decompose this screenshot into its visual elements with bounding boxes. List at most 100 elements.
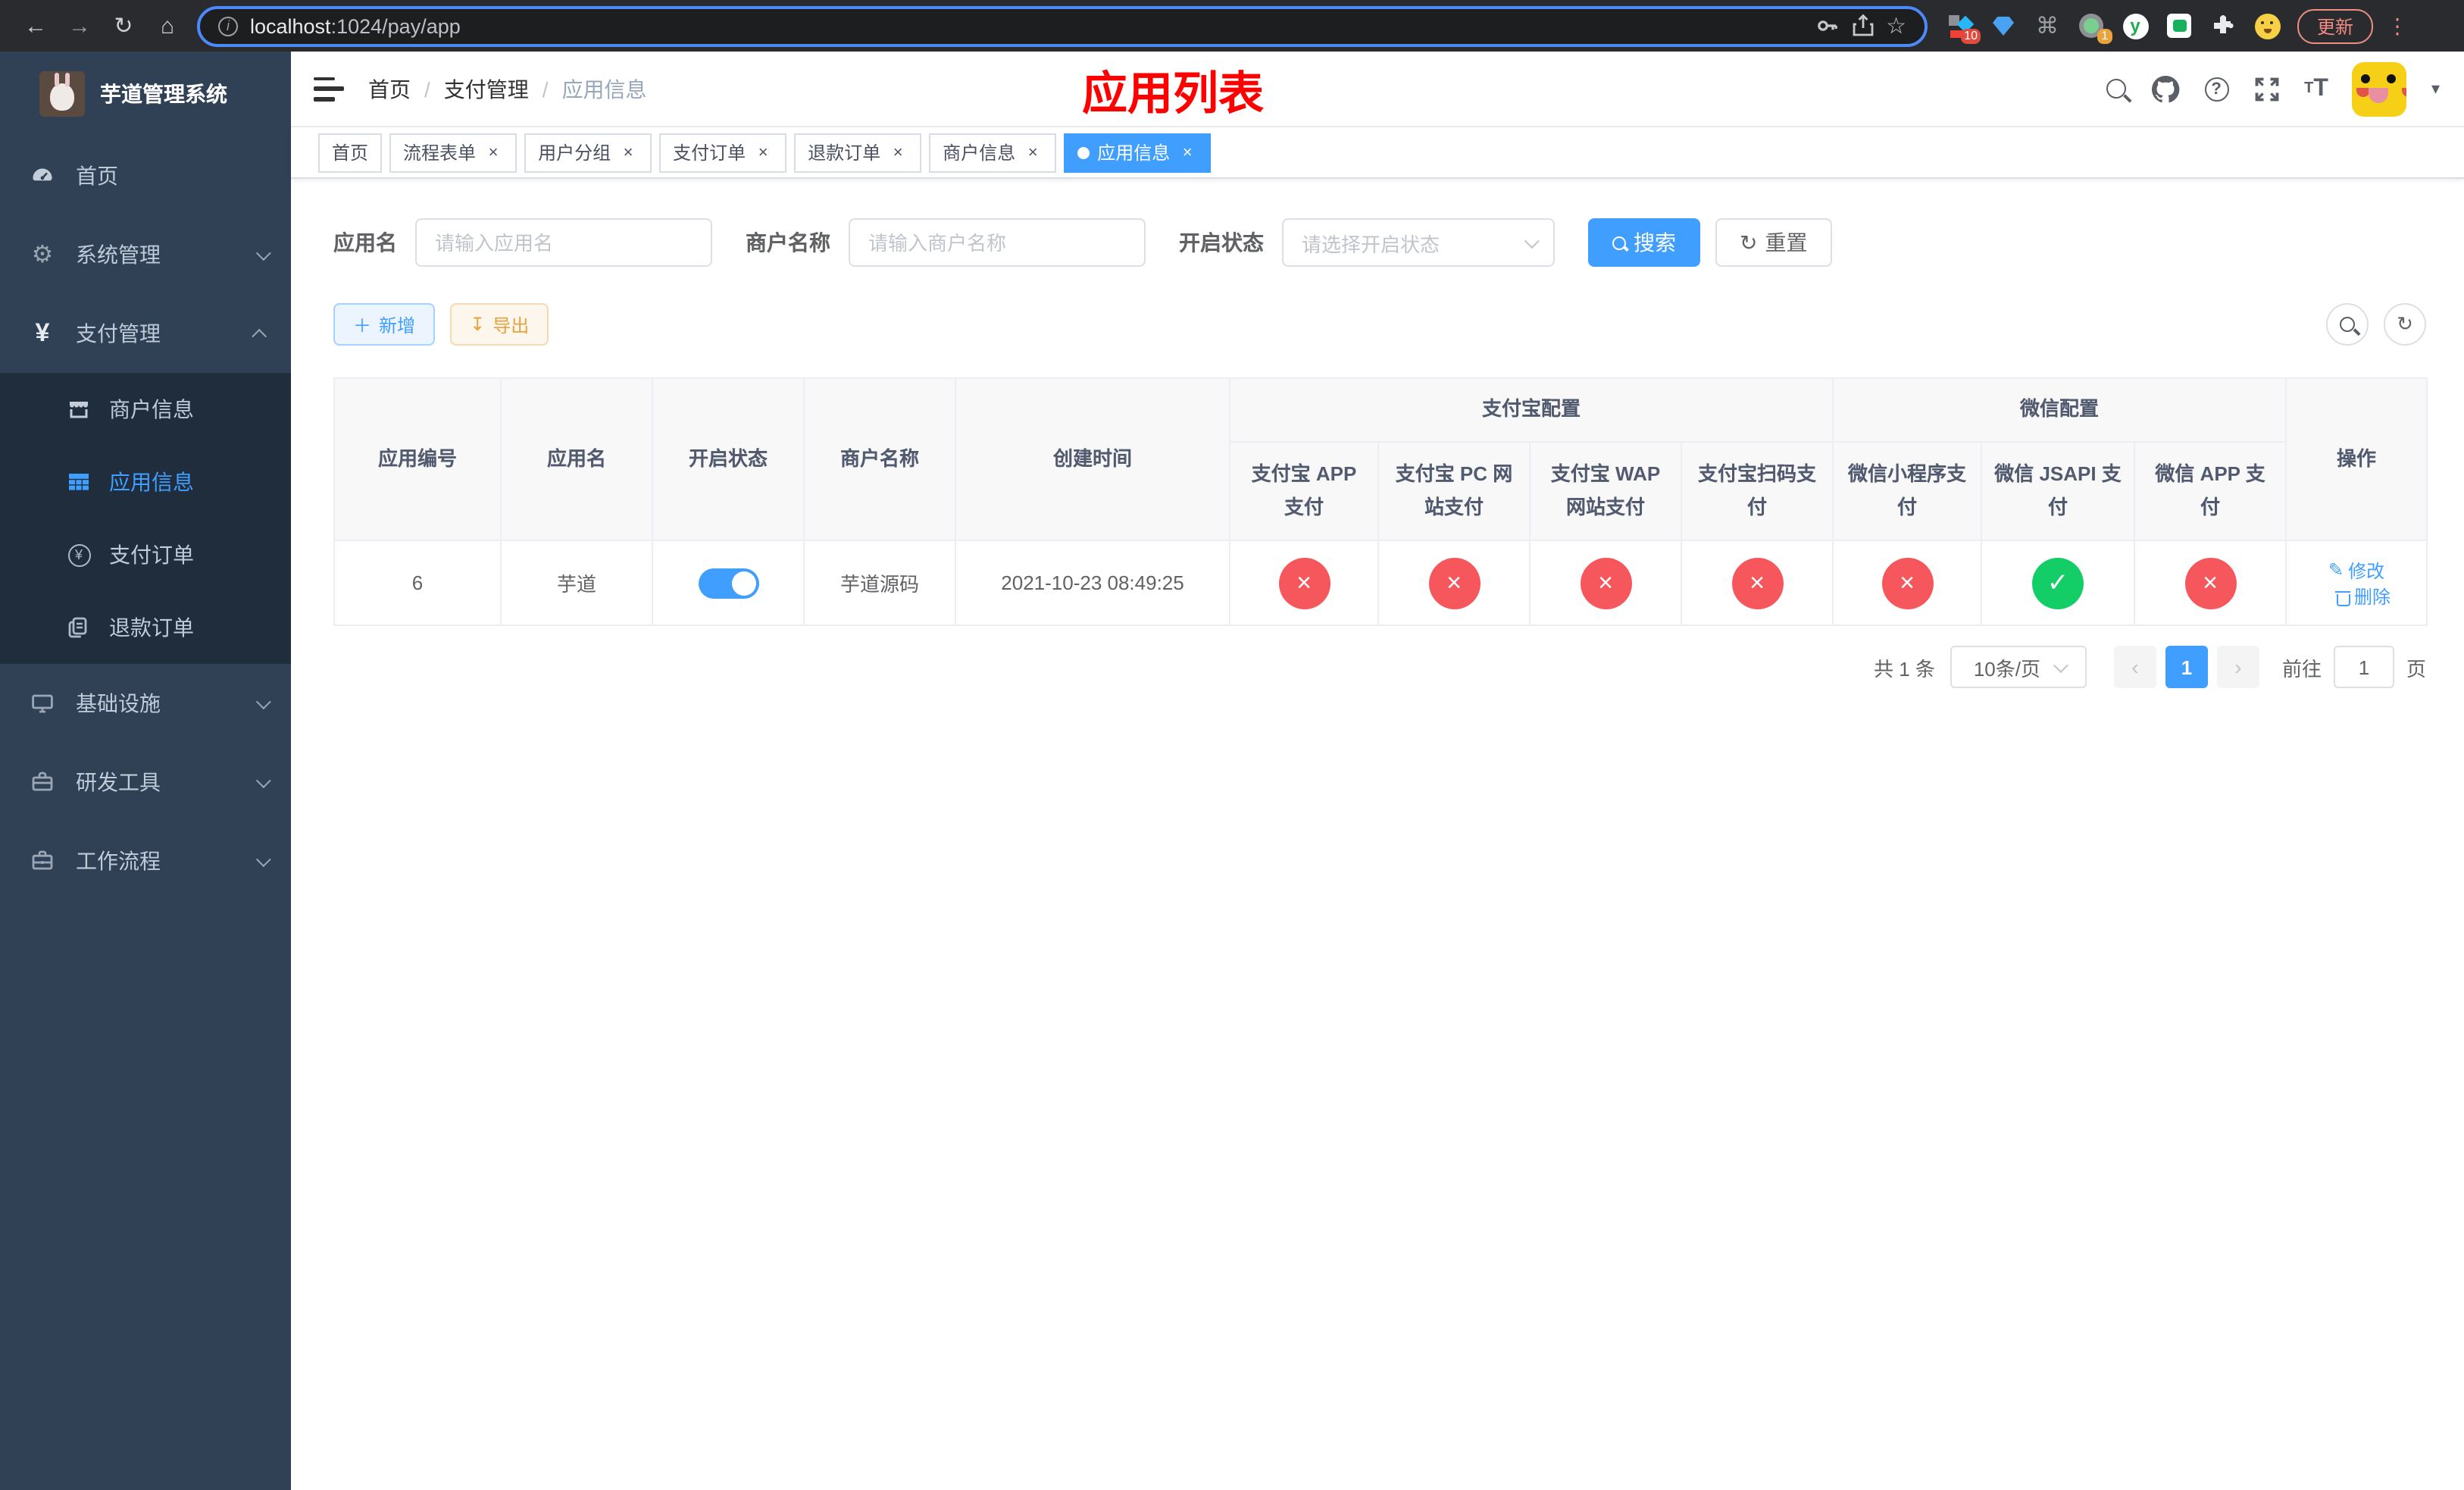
next-page-button[interactable]: › bbox=[2216, 646, 2259, 688]
app-name-input[interactable] bbox=[415, 218, 712, 267]
close-icon[interactable]: × bbox=[753, 142, 773, 162]
sidebar-item-workflow[interactable]: 工作流程 bbox=[0, 822, 291, 900]
browser-reload-button[interactable]: ↻ bbox=[103, 5, 144, 46]
cell-wechat-mini: × bbox=[1832, 540, 1983, 626]
merchant-name-label: 商户名称 bbox=[746, 230, 830, 255]
col-group-alipay: 支付宝配置 bbox=[1228, 377, 1834, 443]
toggle-search-button[interactable] bbox=[2326, 303, 2369, 346]
user-menu-caret-icon[interactable]: ▾ bbox=[2431, 79, 2440, 99]
address-bar[interactable]: i localhost:1024/pay/app ☆ bbox=[197, 5, 1928, 46]
table-row: 6 芋道 芋道源码 2021-10-23 08:49:25 × × × × × … bbox=[333, 540, 2428, 626]
open-status-select[interactable]: 请选择开启状态 bbox=[1282, 218, 1555, 267]
extension-chat-icon[interactable] bbox=[2165, 12, 2193, 39]
extensions-puzzle-icon[interactable] bbox=[2209, 12, 2237, 39]
page-content: 应用名 商户名称 开启状态 请选择开启状态 搜索 ↻重置 bbox=[291, 179, 2464, 1490]
share-icon[interactable] bbox=[1851, 14, 1874, 38]
chrome-update-button[interactable]: 更新 bbox=[2297, 8, 2374, 43]
extension-y-icon[interactable]: y bbox=[2122, 12, 2149, 39]
sidebar-collapse-icon[interactable] bbox=[314, 77, 344, 101]
site-info-icon[interactable]: i bbox=[218, 16, 238, 36]
close-icon[interactable]: × bbox=[483, 142, 503, 162]
trash-icon bbox=[2334, 587, 2351, 606]
app-name-label: 应用名 bbox=[333, 230, 397, 255]
tab-user-group[interactable]: 用户分组 × bbox=[524, 133, 652, 172]
bookmark-star-icon[interactable]: ☆ bbox=[1886, 12, 1906, 39]
breadcrumb-home[interactable]: 首页 bbox=[368, 74, 411, 104]
extension-command-icon[interactable]: ⌘ bbox=[2034, 12, 2061, 39]
close-icon[interactable]: × bbox=[1177, 142, 1197, 162]
reset-button[interactable]: ↻ 重置 bbox=[1715, 218, 1832, 267]
payment-submenu: 商户信息 应用信息 ¥ 支付订单 退款订单 bbox=[0, 373, 291, 664]
profile-avatar-icon[interactable] bbox=[2253, 12, 2281, 39]
close-icon[interactable]: × bbox=[618, 142, 638, 162]
sidebar-item-home[interactable]: 首页 bbox=[0, 136, 291, 215]
cell-alipay-pc: × bbox=[1377, 540, 1531, 626]
page-size-select[interactable]: 10条/页 bbox=[1950, 646, 2087, 688]
user-avatar[interactable] bbox=[2352, 61, 2407, 116]
breadcrumb: 首页 / 支付管理 / 应用信息 bbox=[368, 74, 647, 104]
yen-icon: ¥ bbox=[35, 318, 50, 347]
status-toggle[interactable] bbox=[698, 568, 758, 598]
sidebar-item-refund-orders[interactable]: 退款订单 bbox=[0, 591, 291, 664]
search-form: 应用名 商户名称 开启状态 请选择开启状态 搜索 ↻重置 bbox=[333, 218, 2426, 267]
delete-link[interactable]: 删除 bbox=[2334, 583, 2391, 609]
col-app-name: 应用名 bbox=[500, 377, 653, 541]
add-button[interactable]: ＋新增 bbox=[333, 303, 436, 346]
export-button[interactable]: ↧ 导出 bbox=[450, 303, 549, 346]
font-size-icon[interactable]: TT bbox=[2304, 75, 2328, 102]
refresh-table-button[interactable]: ↻ bbox=[2384, 303, 2426, 346]
plus-icon: ＋ bbox=[353, 315, 372, 336]
sidebar-item-infra[interactable]: 基础设施 bbox=[0, 664, 291, 743]
sidebar-item-system[interactable]: ⚙ 系统管理 bbox=[0, 215, 291, 294]
password-key-icon[interactable] bbox=[1815, 14, 1839, 38]
top-navbar: 首页 / 支付管理 / 应用信息 应用列表 ? TT ▾ bbox=[291, 52, 2464, 127]
browser-home-button[interactable]: ⌂ bbox=[147, 5, 188, 46]
sidebar-item-dev-tools[interactable]: 研发工具 bbox=[0, 743, 291, 822]
page-1-button[interactable]: 1 bbox=[2165, 646, 2208, 688]
prev-page-button[interactable]: ‹ bbox=[2113, 646, 2156, 688]
chrome-menu-icon[interactable]: ⋮ bbox=[2387, 13, 2408, 39]
sidebar-item-payment[interactable]: ¥ 支付管理 bbox=[0, 294, 291, 373]
breadcrumb-payment[interactable]: 支付管理 bbox=[444, 74, 529, 104]
fullscreen-icon[interactable] bbox=[2253, 75, 2280, 102]
status-check-icon: ✓ bbox=[2032, 557, 2084, 609]
sidebar-item-merchant-info[interactable]: 商户信息 bbox=[0, 373, 291, 446]
gear-icon: ⚙ bbox=[31, 243, 54, 268]
col-wechat-jsapi: 微信 JSAPI 支付 bbox=[1981, 441, 2136, 541]
app-logo[interactable]: 芋道管理系统 bbox=[0, 52, 291, 136]
extension-badge: 1 bbox=[2097, 29, 2112, 44]
extension-colorful-icon[interactable]: 10 bbox=[1946, 12, 1981, 44]
tab-refund-orders[interactable]: 退款订单 × bbox=[794, 133, 922, 172]
status-cross-icon: × bbox=[1428, 557, 1480, 609]
page-title: 应用列表 bbox=[1082, 69, 1264, 119]
github-icon[interactable] bbox=[2150, 74, 2180, 104]
close-icon[interactable]: × bbox=[888, 142, 908, 162]
chevron-down-icon bbox=[255, 693, 271, 709]
tab-pay-orders[interactable]: 支付订单 × bbox=[659, 133, 787, 172]
help-icon[interactable]: ? bbox=[2204, 77, 2229, 101]
tab-process-form[interactable]: 流程表单 × bbox=[389, 133, 518, 172]
briefcase-icon bbox=[30, 849, 55, 873]
close-icon[interactable]: × bbox=[1023, 142, 1043, 162]
browser-forward-button[interactable]: → bbox=[59, 5, 100, 46]
open-status-label: 开启状态 bbox=[1179, 230, 1264, 255]
extension-gem-icon[interactable] bbox=[1990, 12, 2017, 39]
search-icon[interactable] bbox=[2106, 79, 2126, 99]
merchant-name-input[interactable] bbox=[849, 218, 1146, 267]
tab-home[interactable]: 首页 bbox=[318, 133, 383, 172]
refresh-icon: ↻ bbox=[2397, 312, 2413, 335]
tab-merchant-info[interactable]: 商户信息 × bbox=[929, 133, 1057, 172]
status-cross-icon: × bbox=[1278, 557, 1330, 609]
edit-icon: ✎ bbox=[2328, 559, 2344, 581]
download-icon: ↧ bbox=[470, 314, 486, 335]
search-icon bbox=[1612, 236, 1626, 249]
sidebar-item-pay-orders[interactable]: ¥ 支付订单 bbox=[0, 518, 291, 591]
edit-link[interactable]: ✎ 修改 bbox=[2328, 557, 2384, 583]
cell-alipay-app: × bbox=[1229, 540, 1379, 626]
tab-app-info[interactable]: 应用信息 × bbox=[1064, 133, 1212, 172]
browser-back-button[interactable]: ← bbox=[15, 5, 56, 46]
sidebar-item-app-info[interactable]: 应用信息 bbox=[0, 446, 291, 518]
extension-recorder-icon[interactable]: 1 bbox=[2078, 12, 2112, 44]
goto-page-input[interactable] bbox=[2333, 646, 2394, 688]
search-button[interactable]: 搜索 bbox=[1588, 218, 1700, 267]
